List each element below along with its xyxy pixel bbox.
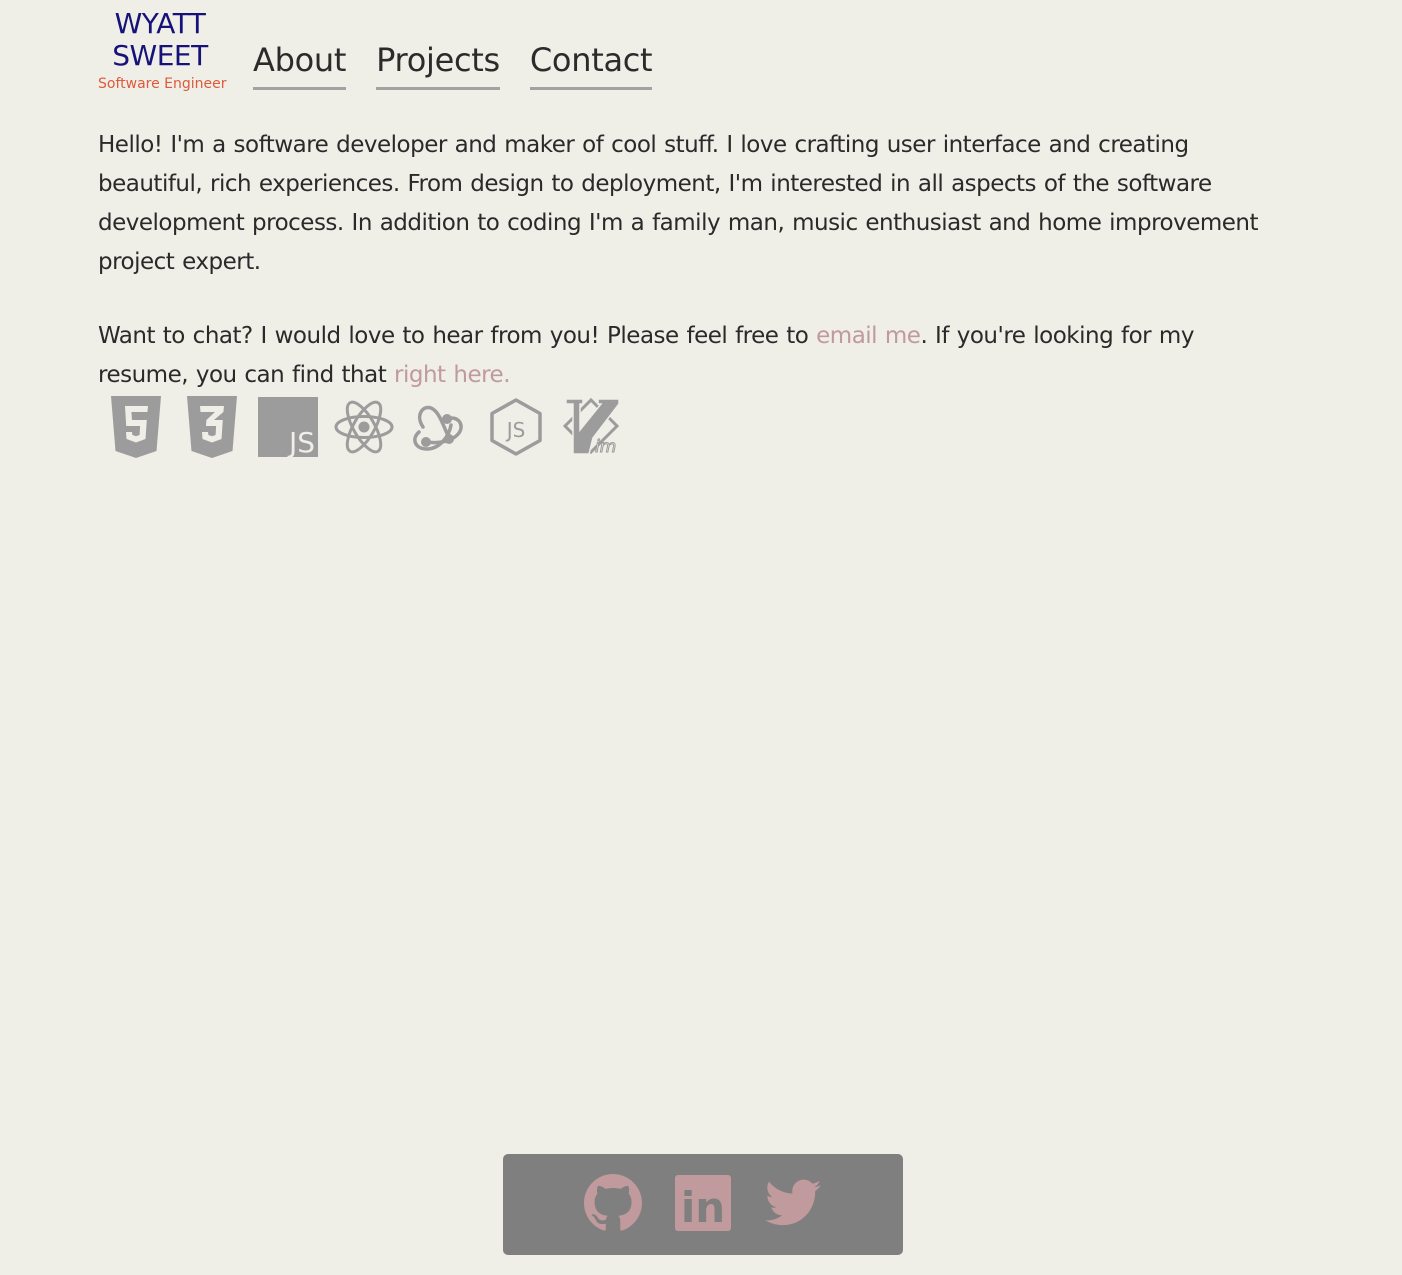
nav-link-contact[interactable]: Contact	[529, 38, 653, 90]
intro-paragraph: Hello! I'm a software developer and make…	[98, 132, 1259, 275]
logo-subtitle: Software Engineer	[98, 76, 227, 92]
react-icon	[332, 395, 396, 459]
github-link[interactable]	[583, 1173, 643, 1236]
logo[interactable]: WYATT SWEET Software Engineer	[98, 7, 227, 93]
css3-icon	[180, 395, 244, 459]
contact-paragraph: Want to chat? I would love to hear from …	[98, 317, 1268, 395]
nav-link-about[interactable]: About	[253, 38, 346, 90]
redux-icon	[408, 395, 472, 459]
resume-link[interactable]: right here.	[394, 362, 511, 388]
email-link[interactable]: email me	[816, 323, 921, 349]
logo-name-last: SWEET	[112, 39, 208, 72]
svg-text:JS: JS	[505, 418, 526, 442]
tech-stack-icons: JS JS im	[104, 395, 636, 459]
github-icon	[584, 1173, 642, 1236]
linkedin-icon: in	[675, 1174, 731, 1235]
nodejs-icon: JS	[484, 395, 548, 459]
linkedin-link[interactable]: in	[673, 1174, 733, 1235]
html5-icon	[104, 395, 168, 459]
main-nav: About Projects Contact	[253, 38, 682, 90]
svg-text:im: im	[595, 437, 616, 457]
twitter-icon	[765, 1179, 821, 1231]
twitter-link[interactable]	[763, 1175, 823, 1235]
site-header: WYATT SWEET Software Engineer About Proj…	[98, 7, 682, 93]
vim-icon: im	[560, 395, 624, 459]
contact-text-before: Want to chat? I would love to hear from …	[98, 323, 817, 349]
svg-text:in: in	[681, 1183, 725, 1231]
svg-text:JS: JS	[287, 426, 315, 457]
javascript-icon: JS	[256, 395, 320, 459]
about-content: Hello! I'm a software developer and make…	[98, 126, 1268, 430]
logo-name-first: WYATT	[114, 7, 206, 40]
nav-link-projects[interactable]: Projects	[376, 38, 500, 90]
social-links-bar: in	[503, 1154, 903, 1255]
